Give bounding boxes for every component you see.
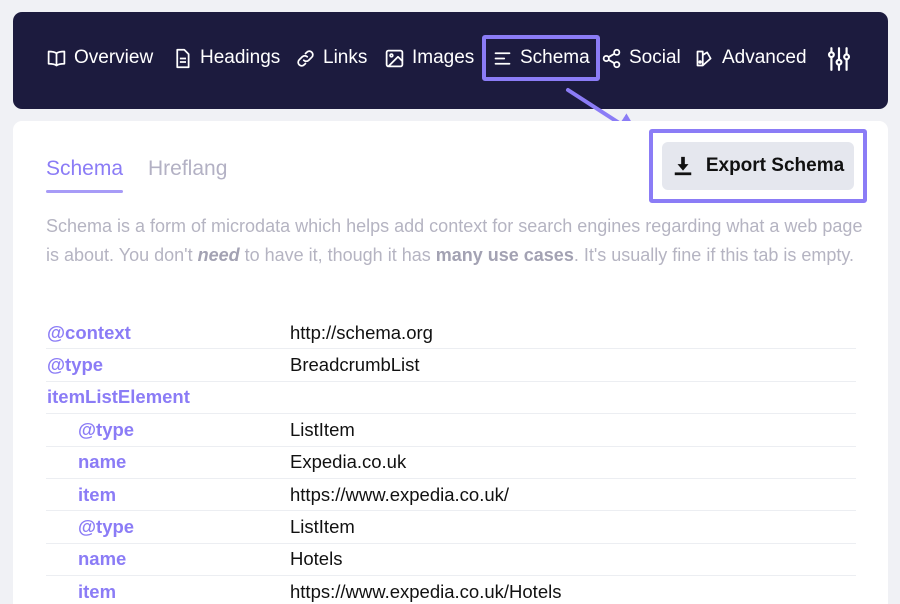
export-schema-button[interactable]: Export Schema	[662, 142, 854, 190]
download-icon	[674, 156, 692, 176]
desc-text-3: . It's usually fine if this tab is empty…	[573, 244, 855, 265]
schema-key: @type	[78, 418, 135, 440]
nav-item-links[interactable]: Links	[295, 47, 367, 69]
image-icon	[385, 49, 404, 67]
schema-key: @type	[47, 354, 104, 376]
palette-icon	[696, 50, 712, 66]
table-row: item https://www.expedia.co.uk/Hotels	[46, 576, 856, 604]
schema-value: BreadcrumbList	[290, 354, 420, 376]
table-row: @type ListItem	[46, 414, 856, 447]
nav-label-schema: Schema	[520, 47, 590, 68]
schema-description: Schema is a form of microdata which help…	[46, 212, 866, 269]
table-row: name Hotels	[46, 544, 856, 577]
export-schema-label: Export Schema	[705, 155, 845, 176]
list-icon	[494, 51, 511, 65]
table-row: itemListElement	[46, 382, 856, 415]
table-row: @context http://schema.org	[46, 317, 856, 350]
nav-item-overview[interactable]: Overview	[46, 47, 153, 69]
nav-label-images: Images	[412, 47, 475, 68]
schema-table: @context http://schema.org @type Breadcrumb…	[46, 317, 856, 604]
schema-key: item	[78, 483, 117, 505]
sliders-icon[interactable]	[826, 46, 852, 72]
schema-value: ListItem	[290, 516, 355, 538]
table-row: @type ListItem	[46, 511, 856, 544]
share-icon	[602, 48, 621, 68]
nav-label-headings: Headings	[200, 47, 281, 68]
nav-item-social[interactable]: Social	[601, 47, 681, 69]
desc-emphasis: need	[197, 244, 240, 265]
tab-hreflang[interactable]: Hreflang	[148, 157, 227, 181]
nav-item-advanced[interactable]: Advanced	[694, 47, 807, 69]
schema-value: Expedia.co.uk	[290, 451, 407, 473]
export-highlight: Export Schema	[649, 129, 867, 203]
schema-value: Hotels	[290, 548, 343, 570]
schema-key: name	[78, 548, 127, 570]
table-row: @type BreadcrumbList	[46, 349, 856, 382]
tab-schema[interactable]: Schema	[46, 157, 124, 193]
table-row: name Expedia.co.uk	[46, 447, 856, 479]
schema-value: https://www.expedia.co.uk/Hotels	[290, 581, 562, 603]
nav-label-overview: Overview	[74, 47, 154, 68]
schema-key: name	[78, 451, 127, 473]
book-icon	[47, 50, 66, 66]
schema-key: item	[78, 581, 117, 603]
schema-key: itemListElement	[47, 386, 190, 408]
desc-strong: many use cases	[435, 244, 574, 265]
document-icon	[176, 48, 190, 68]
nav-label-advanced: Advanced	[722, 47, 807, 68]
table-row: item https://www.expedia.co.uk/	[46, 479, 856, 512]
desc-text-2: to have it, though it has	[239, 244, 436, 265]
schema-value: http://schema.org	[290, 321, 433, 343]
nav-label-links: Links	[323, 47, 368, 68]
nav-item-headings[interactable]: Headings	[172, 47, 280, 69]
schema-key: @type	[78, 516, 135, 538]
schema-value: ListItem	[290, 418, 355, 440]
nav-label-social: Social	[629, 47, 681, 68]
nav-item-images[interactable]: Images	[384, 47, 474, 69]
schema-key: @context	[47, 321, 131, 343]
nav-item-schema[interactable]: Schema	[482, 35, 600, 81]
link-icon	[297, 49, 314, 67]
schema-panel: Schema Hreflang Export Schema Schema is …	[13, 121, 888, 604]
top-navbar: Overview Headings Links Images Schema So…	[13, 12, 888, 109]
schema-value: https://www.expedia.co.uk/	[290, 483, 510, 505]
